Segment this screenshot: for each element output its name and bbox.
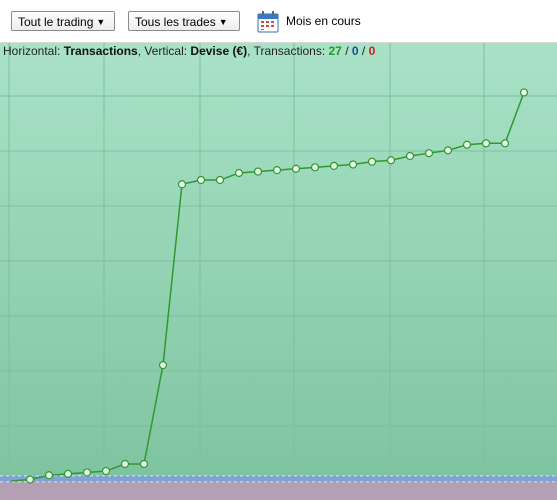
horizontal-axis-value: Transactions xyxy=(63,44,138,58)
data-point xyxy=(424,149,434,158)
chart-canvas xyxy=(0,43,557,500)
data-point xyxy=(44,471,54,480)
data-point xyxy=(367,157,377,166)
data-point xyxy=(63,469,73,478)
chevron-down-icon: ▼ xyxy=(218,17,228,27)
vertical-prefix: , Vertical: xyxy=(137,44,191,58)
period-label: Mois en cours xyxy=(286,14,361,28)
data-point xyxy=(82,468,92,477)
data-point xyxy=(519,88,529,97)
chart-info-line: Horizontal: Transactions, Vertical: Devi… xyxy=(3,44,375,58)
neutral-count: 0 xyxy=(351,44,359,58)
winning-count: 27 xyxy=(328,44,342,58)
vertical-axis-value: Devise (€) xyxy=(190,44,248,58)
data-point xyxy=(101,466,111,476)
data-point xyxy=(500,139,510,148)
trading-filter-dropdown[interactable]: Tout le trading ▼ xyxy=(11,11,115,31)
transactions-prefix: , Transactions: xyxy=(247,44,329,58)
data-point xyxy=(177,180,187,189)
data-point xyxy=(481,139,491,148)
toolbar: Tout le trading ▼ Tous les trades ▼ Mois e… xyxy=(0,0,557,43)
data-point xyxy=(272,166,282,175)
data-point xyxy=(196,175,206,185)
horizontal-prefix: Horizontal: xyxy=(3,44,64,58)
data-point xyxy=(443,146,453,155)
losing-count: 0 xyxy=(368,44,376,58)
data-point xyxy=(158,360,168,370)
data-point xyxy=(25,475,35,484)
trades-filter-dropdown[interactable]: Tous les trades ▼ xyxy=(128,11,240,31)
data-point xyxy=(120,459,130,469)
data-point xyxy=(329,161,339,171)
data-point xyxy=(215,175,225,185)
data-point xyxy=(291,164,301,173)
trading-filter-label: Tout le trading xyxy=(18,15,94,29)
calendar-icon xyxy=(257,11,279,33)
data-point xyxy=(310,163,320,172)
chevron-down-icon: ▼ xyxy=(96,17,106,27)
separator: / xyxy=(341,44,352,58)
data-point xyxy=(253,167,263,176)
data-point xyxy=(386,156,396,165)
data-point xyxy=(139,459,149,469)
trades-filter-label: Tous les trades xyxy=(135,15,216,29)
data-point xyxy=(348,160,358,169)
data-point xyxy=(462,140,472,149)
equity-chart[interactable] xyxy=(0,43,557,500)
negative-area xyxy=(0,481,557,500)
zero-baseline-band xyxy=(0,475,557,482)
separator: / xyxy=(358,44,369,58)
data-point xyxy=(234,168,244,178)
data-point xyxy=(405,151,415,161)
